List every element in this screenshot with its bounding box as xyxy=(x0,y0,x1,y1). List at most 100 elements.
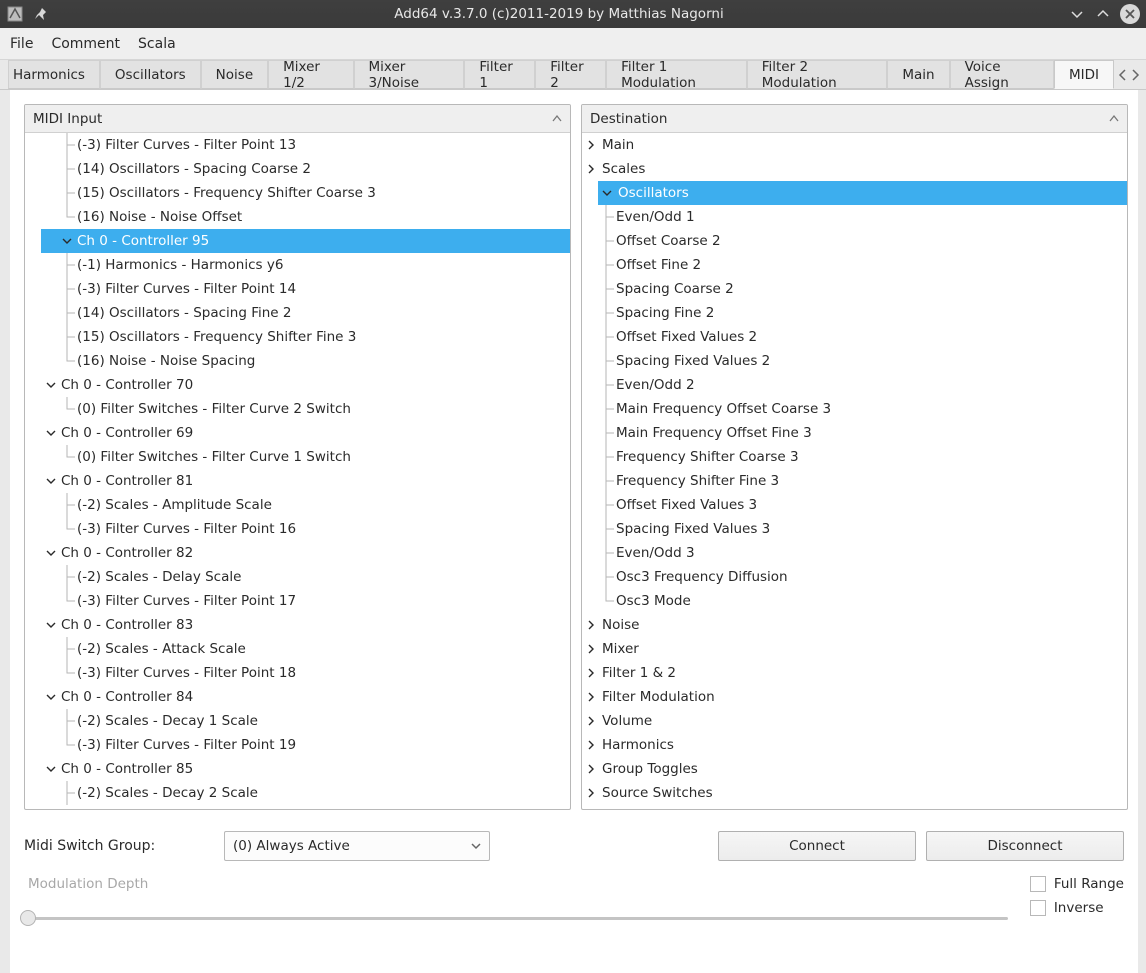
chevron-down-icon[interactable] xyxy=(45,547,57,559)
tree-leaf[interactable]: Osc3 Mode xyxy=(582,589,1127,613)
chevron-right-icon[interactable] xyxy=(586,644,598,654)
pin-icon[interactable] xyxy=(32,5,50,23)
tree-leaf[interactable]: (15) Oscillators - Frequency Shifter Coa… xyxy=(25,181,570,205)
tree-branch[interactable]: Ch 0 - Controller 83 xyxy=(25,613,570,637)
tree-leaf[interactable]: Frequency Shifter Coarse 3 xyxy=(582,445,1127,469)
tree-leaf[interactable]: Main Frequency Offset Fine 3 xyxy=(582,421,1127,445)
tree-leaf[interactable]: (-2) Scales - Amplitude Scale xyxy=(25,493,570,517)
tab-scroll-right-icon[interactable] xyxy=(1130,69,1140,81)
scroll-up-icon[interactable] xyxy=(1109,114,1119,124)
tree-leaf[interactable]: (-2) Scales - Attack Scale xyxy=(25,637,570,661)
tree-leaf[interactable]: (0) Filter Switches - Filter Curve 2 Swi… xyxy=(25,397,570,421)
tree-leaf[interactable]: Main Frequency Offset Coarse 3 xyxy=(582,397,1127,421)
tree-leaf[interactable]: (-2) Scales - Decay 2 Scale xyxy=(25,781,570,805)
menu-scala[interactable]: Scala xyxy=(138,36,176,52)
minimize-icon[interactable] xyxy=(1068,5,1086,23)
destination-tree[interactable]: MainScalesOscillatorsEven/Odd 1Offset Co… xyxy=(582,133,1127,809)
tree-leaf[interactable]: Osc3 Frequency Diffusion xyxy=(582,565,1127,589)
tree-branch[interactable]: Oscillators xyxy=(598,181,1127,205)
tree-leaf[interactable]: Spacing Coarse 2 xyxy=(582,277,1127,301)
tree-leaf[interactable]: (14) Oscillators - Spacing Fine 2 xyxy=(25,301,570,325)
tree-leaf[interactable]: (-3) Filter Curves - Filter Point 19 xyxy=(25,733,570,757)
tree-leaf[interactable]: (16) Noise - Noise Spacing xyxy=(25,349,570,373)
tree-branch[interactable]: Main xyxy=(582,133,1127,157)
chevron-down-icon[interactable] xyxy=(45,475,57,487)
tree-leaf[interactable]: (15) Oscillators - Frequency Shifter Fin… xyxy=(25,325,570,349)
chevron-down-icon[interactable] xyxy=(45,619,57,631)
tree-leaf[interactable]: Offset Fixed Values 3 xyxy=(582,493,1127,517)
tree-branch[interactable]: Filter Modulation xyxy=(582,685,1127,709)
tab-scroll-left-icon[interactable] xyxy=(1118,69,1128,81)
tree-leaf[interactable]: (-3) Filter Curves - Filter Point 13 xyxy=(25,133,570,157)
tree-leaf[interactable]: (16) Noise - Noise Offset xyxy=(25,205,570,229)
tree-branch[interactable]: Ch 0 - Controller 85 xyxy=(25,757,570,781)
tab-filter-2[interactable]: Filter 2 xyxy=(535,60,606,89)
chevron-right-icon[interactable] xyxy=(586,620,598,630)
tree-branch[interactable]: Group Toggles xyxy=(582,757,1127,781)
tree-leaf[interactable]: Even/Odd 3 xyxy=(582,541,1127,565)
tree-leaf[interactable]: (-2) Scales - Decay 1 Scale xyxy=(25,709,570,733)
tree-branch[interactable]: Mixer xyxy=(582,637,1127,661)
scroll-up-icon[interactable] xyxy=(552,114,562,124)
connect-button[interactable]: Connect xyxy=(718,831,916,861)
tree-leaf[interactable]: Offset Fine 2 xyxy=(582,253,1127,277)
slider-thumb[interactable] xyxy=(20,910,36,926)
tree-branch[interactable]: Harmonics xyxy=(582,733,1127,757)
midi-input-tree[interactable]: (-3) Filter Curves - Filter Point 13(14)… xyxy=(25,133,570,809)
tab-filter-1-modulation[interactable]: Filter 1 Modulation xyxy=(606,60,747,89)
tab-filter-2-modulation[interactable]: Filter 2 Modulation xyxy=(747,60,888,89)
maximize-icon[interactable] xyxy=(1094,5,1112,23)
chevron-right-icon[interactable] xyxy=(586,164,598,174)
chevron-down-icon[interactable] xyxy=(602,188,614,198)
tab-filter-1[interactable]: Filter 1 xyxy=(464,60,535,89)
tree-branch[interactable]: Ch 0 - Controller 70 xyxy=(25,373,570,397)
tree-branch[interactable]: Scales xyxy=(582,157,1127,181)
tree-branch[interactable]: Ch 0 - Controller 82 xyxy=(25,541,570,565)
tree-leaf[interactable]: Spacing Fixed Values 3 xyxy=(582,517,1127,541)
inverse-checkbox[interactable]: Inverse xyxy=(1030,900,1104,916)
tab-oscillators[interactable]: Oscillators xyxy=(100,60,201,89)
tree-leaf[interactable]: (-1) Harmonics - Harmonics y6 xyxy=(25,253,570,277)
chevron-right-icon[interactable] xyxy=(586,788,598,798)
tree-leaf[interactable]: Spacing Fixed Values 2 xyxy=(582,349,1127,373)
chevron-right-icon[interactable] xyxy=(586,668,598,678)
chevron-right-icon[interactable] xyxy=(586,764,598,774)
tree-leaf[interactable]: (-3) Filter Curves - Filter Point 18 xyxy=(25,661,570,685)
menu-comment[interactable]: Comment xyxy=(51,36,120,52)
tree-branch[interactable]: Ch 0 - Controller 69 xyxy=(25,421,570,445)
tree-leaf[interactable]: (-3) Filter Curves - Filter Point 17 xyxy=(25,589,570,613)
tree-leaf[interactable]: Spacing Fine 2 xyxy=(582,301,1127,325)
tab-mixer-3-noise[interactable]: Mixer 3/Noise xyxy=(354,60,465,89)
tree-branch[interactable]: Noise xyxy=(582,613,1127,637)
chevron-right-icon[interactable] xyxy=(586,740,598,750)
tree-branch[interactable]: Ch 0 - Controller 95 xyxy=(41,229,570,253)
tree-leaf[interactable]: Even/Odd 2 xyxy=(582,373,1127,397)
chevron-down-icon[interactable] xyxy=(45,691,57,703)
tree-branch[interactable]: Volume xyxy=(582,709,1127,733)
tree-leaf[interactable]: (-2) Scales - Delay Scale xyxy=(25,565,570,589)
tree-leaf[interactable]: Offset Coarse 2 xyxy=(582,229,1127,253)
chevron-right-icon[interactable] xyxy=(586,716,598,726)
tree-leaf[interactable]: Even/Odd 1 xyxy=(582,205,1127,229)
tree-leaf[interactable]: (14) Oscillators - Spacing Coarse 2 xyxy=(25,157,570,181)
modulation-depth-slider[interactable] xyxy=(28,908,1008,928)
chevron-down-icon[interactable] xyxy=(45,763,57,775)
tab-mixer-1-2[interactable]: Mixer 1/2 xyxy=(268,60,353,89)
tab-midi[interactable]: MIDI xyxy=(1054,60,1114,89)
tab-harmonics[interactable]: Harmonics xyxy=(8,60,100,89)
full-range-checkbox[interactable]: Full Range xyxy=(1030,876,1124,892)
chevron-down-icon[interactable] xyxy=(61,235,73,247)
chevron-down-icon[interactable] xyxy=(45,427,57,439)
tree-branch[interactable]: Source Switches xyxy=(582,781,1127,805)
tree-leaf[interactable]: (-3) Filter Curves - Filter Point 14 xyxy=(25,277,570,301)
tree-branch[interactable]: Ch 0 - Controller 81 xyxy=(25,469,570,493)
disconnect-button[interactable]: Disconnect xyxy=(926,831,1124,861)
tree-branch[interactable]: Ch 0 - Controller 84 xyxy=(25,685,570,709)
chevron-down-icon[interactable] xyxy=(45,379,57,391)
tree-leaf[interactable]: Offset Fixed Values 2 xyxy=(582,325,1127,349)
tree-leaf[interactable]: Frequency Shifter Fine 3 xyxy=(582,469,1127,493)
tree-leaf[interactable]: (0) Filter Switches - Filter Curve 1 Swi… xyxy=(25,445,570,469)
tab-voice-assign[interactable]: Voice Assign xyxy=(950,60,1054,89)
tree-leaf[interactable]: (-3) Filter Curves - Filter Point 16 xyxy=(25,517,570,541)
midi-switch-group-combo[interactable]: (0) Always Active xyxy=(224,831,490,861)
